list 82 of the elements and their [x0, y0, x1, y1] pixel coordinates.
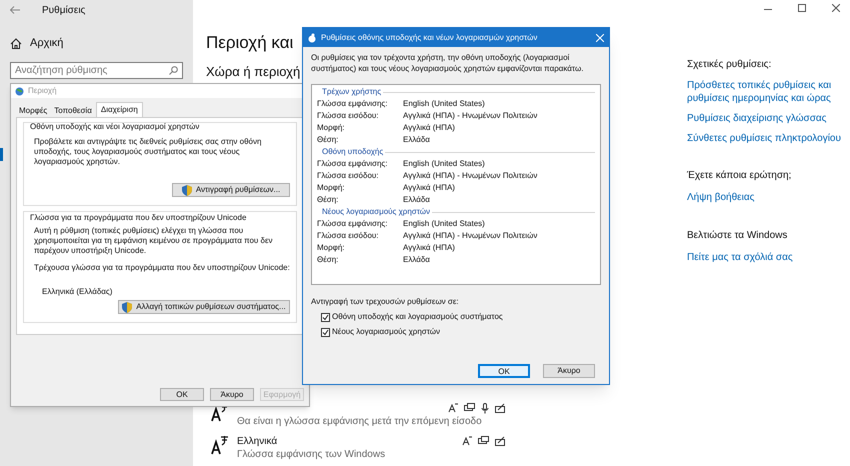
setting-label: Θέση:	[317, 134, 340, 146]
setting-label: Γλώσσα εισόδου:	[317, 110, 380, 122]
setting-label: Γλώσσα εισόδου:	[317, 230, 380, 242]
setting-label: Γλώσσα εμφάνισης:	[317, 218, 388, 230]
section-title: Νέους λογαριασμούς χρηστών	[321, 206, 430, 218]
setting-label: Γλώσσα εισόδου:	[317, 170, 380, 182]
feedback-link[interactable]: Πείτε μας τα σχόλιά σας	[687, 250, 850, 265]
setting-value: Αγγλικά (ΗΠΑ) - Ηνωμένων Πολιτειών	[403, 230, 538, 242]
section-heading: Χώρα ή περιοχή	[206, 62, 300, 81]
shield-icon	[122, 302, 132, 312]
setting-value: Αγγλικά (ΗΠΑ)	[403, 242, 455, 254]
checkbox[interactable]	[321, 312, 330, 322]
checkbox-label: Νέους λογαριασμούς χρηστών	[332, 326, 440, 338]
app-icon	[308, 32, 316, 42]
current-language-value: Ελληνικά (Ελλάδας)	[41, 286, 114, 298]
handwriting-icon	[495, 436, 506, 446]
font-icon	[448, 403, 458, 413]
window-title: Ρυθμίσεις	[42, 4, 86, 18]
language-description: Γλώσσα εμφάνισης των Windows	[237, 448, 386, 462]
selection-indicator	[0, 148, 3, 161]
globe-icon	[15, 86, 24, 96]
related-link[interactable]: Ρυθμίσεις διαχείρισης γλώσσας	[687, 112, 850, 125]
setting-label: Γλώσσα εμφάνισης:	[317, 98, 388, 110]
home-icon	[10, 38, 22, 49]
tab[interactable]: Διαχείριση	[96, 102, 143, 117]
dialog-button[interactable]: Άκυρο	[543, 364, 595, 378]
language-icon	[211, 435, 229, 455]
help-title: Έχετε κάποια ερώτηση;	[687, 169, 792, 183]
setting-label: Θέση:	[317, 194, 340, 206]
setting-label: Μορφή:	[317, 242, 346, 254]
search-icon	[169, 66, 178, 74]
setting-value: Ελλάδα	[403, 194, 430, 206]
monitor-icon	[478, 436, 489, 446]
page-heading: Περιοχή και	[206, 32, 294, 54]
setting-value: Αγγλικά (ΗΠΑ)	[403, 182, 455, 194]
group-title: Γλώσσα για τα προγράμματα που δεν υποστηρίζουν Unicode	[30, 212, 248, 224]
section-title: Οθόνη υποδοχής	[321, 146, 384, 158]
setting-value: Αγγλικά (ΗΠΑ)	[403, 122, 455, 134]
dialog-title: Ρυθμίσεις οθόνης υποδοχής και νέων λογαριασμών χρηστών	[321, 32, 538, 44]
related-settings-title: Σχετικές ρυθμίσεις:	[687, 58, 772, 72]
dialog-button[interactable]: OK	[478, 364, 530, 378]
setting-label: Μορφή:	[317, 122, 346, 134]
checkbox-label: Οθόνη υποδοχής και λογαριασμούς συστήματος	[332, 311, 503, 323]
microphone-icon	[481, 402, 489, 414]
help-link[interactable]: Λήψη βοήθειας	[687, 190, 850, 205]
maximize-icon[interactable]	[798, 4, 806, 12]
change-locale-button[interactable]: Αλλαγή τοπικών ρυθμίσεων συστήματος...	[118, 300, 290, 314]
back-arrow-icon[interactable]	[10, 6, 20, 14]
close-icon[interactable]	[832, 4, 840, 12]
setting-label: Γλώσσα εμφάνισης:	[317, 158, 388, 170]
group-description: Προβάλετε και αντιγράψτε τις διεθνείς ρυθμίσεις σας στην οθόνη υποδοχής, τους λογαριασμούς συστήματος και τους νέους λογαριασμούς χρηστών.	[33, 137, 262, 167]
group-description: Αυτή η ρύθμιση (τοπικές ρυθμίσεις) ελέγχει τη γλώσσα που χρησιμοποιείται για τη εμφάνιση κειμένου σε προγράμματα που δεν παρέχουν υποστήριξη Unicode.	[33, 226, 274, 256]
setting-value: Ελλάδα	[403, 254, 430, 266]
group-title: Οθόνη υποδοχής και νέοι λογαριασμοί χρηστών	[30, 121, 200, 133]
related-link[interactable]: Πρόσθετες τοπικές ρυθμίσεις και ρυθμίσεις ημερομηνίας και ώρας	[687, 79, 850, 105]
setting-value: English (United States)	[403, 158, 485, 170]
handwriting-icon	[495, 403, 506, 413]
feedback-title: Βελτιώστε τα Windows	[687, 229, 788, 243]
language-description: Θα είναι η γλώσσα εμφάνισης μετά την επόμενη είσοδο	[237, 415, 483, 429]
setting-value: English (United States)	[403, 98, 485, 110]
home-link[interactable]: Αρχική	[30, 35, 64, 52]
setting-value: English (United States)	[403, 218, 485, 230]
setting-value: Ελλάδα	[403, 134, 430, 146]
search-field[interactable]: Αναζήτηση ρύθμισης	[10, 62, 183, 78]
setting-label: Θέση:	[317, 254, 340, 266]
checkbox[interactable]	[321, 328, 330, 336]
section-title: Τρέχων χρήστης	[321, 86, 382, 98]
language-name: Ελληνικά	[237, 434, 278, 448]
setting-value: Αγγλικά (ΗΠΑ) - Ηνωμένων Πολιτειών	[403, 110, 538, 122]
dialog-button[interactable]: Άκυρο	[210, 388, 254, 401]
monitor-icon	[464, 403, 475, 413]
font-icon	[462, 436, 472, 446]
dialog-description: Οι ρυθμίσεις για τον τρέχοντα χρήστη, την οθόνη υποδοχής (λογαριασμοί συστήματος) και τους νέους λογαριασμούς χρηστών εμφανίζονται παρακάτω.	[310, 52, 584, 74]
setting-value: Αγγλικά (ΗΠΑ) - Ηνωμένων Πολιτειών	[403, 170, 538, 182]
related-link[interactable]: Σύνθετες ρυθμίσεις πληκτρολογίου	[687, 132, 850, 145]
copy-settings-button[interactable]: Αντιγραφή ρυθμίσεων...	[172, 183, 290, 197]
dialog-title: Περιοχή	[28, 85, 57, 97]
current-language-label: Τρέχουσα γλώσσα για τα προγράμματα που δεν υποστηρίζουν Unicode:	[33, 262, 290, 274]
shield-icon	[182, 184, 192, 196]
dialog-button[interactable]: OK	[160, 388, 204, 401]
copy-label: Αντιγραφή των τρεχουσών ρυθμίσεων σε:	[310, 296, 460, 308]
setting-label: Μορφή:	[317, 182, 346, 194]
